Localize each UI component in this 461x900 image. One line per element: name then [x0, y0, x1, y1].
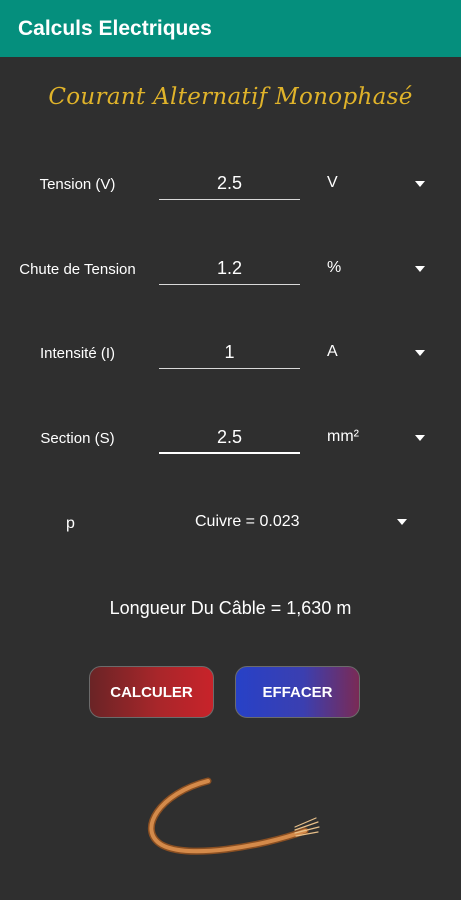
tension-input[interactable]: 2.5 — [159, 168, 300, 200]
section-label: Section (S) — [40, 430, 115, 447]
tension-label: Tension (V) — [39, 176, 116, 193]
voltage-drop-unit-select[interactable]: % — [327, 259, 341, 277]
voltage-drop-label: Chute de Tension — [19, 261, 136, 278]
current-row: Intensité (I) 1 A — [0, 335, 461, 375]
current-unit-select[interactable]: A — [327, 343, 338, 361]
voltage-drop-row: Chute de Tension 1.2 % — [0, 251, 461, 291]
cable-length-result: Longueur Du Câble = 1,630 m — [109, 598, 352, 618]
section-row: Section (S) 2.5 mm² — [0, 420, 461, 460]
caret-down-icon[interactable] — [397, 519, 407, 525]
calculate-button[interactable]: CALCULER — [89, 666, 214, 718]
caret-down-icon[interactable] — [415, 435, 425, 441]
tension-row: Tension (V) 2.5 V — [0, 166, 461, 206]
caret-down-icon[interactable] — [415, 181, 425, 187]
section-unit-select[interactable]: mm² — [327, 428, 359, 446]
tension-unit-select[interactable]: V — [327, 174, 338, 192]
current-label: Intensité (I) — [39, 345, 116, 362]
resistivity-label: p — [66, 515, 75, 532]
current-input[interactable]: 1 — [159, 337, 300, 369]
app-bar: Calculs Electriques — [0, 0, 461, 57]
section-subtitle: Courant Alternatif Monophasé — [48, 84, 413, 110]
section-input[interactable]: 2.5 — [159, 422, 300, 454]
caret-down-icon[interactable] — [415, 350, 425, 356]
app-title: Calculs Electriques — [18, 16, 212, 40]
resistivity-select[interactable]: Cuivre = 0.023 — [195, 513, 300, 531]
copper-cable-icon — [147, 777, 320, 855]
caret-down-icon[interactable] — [415, 266, 425, 272]
clear-button[interactable]: EFFACER — [235, 666, 360, 718]
voltage-drop-input[interactable]: 1.2 — [159, 253, 300, 285]
